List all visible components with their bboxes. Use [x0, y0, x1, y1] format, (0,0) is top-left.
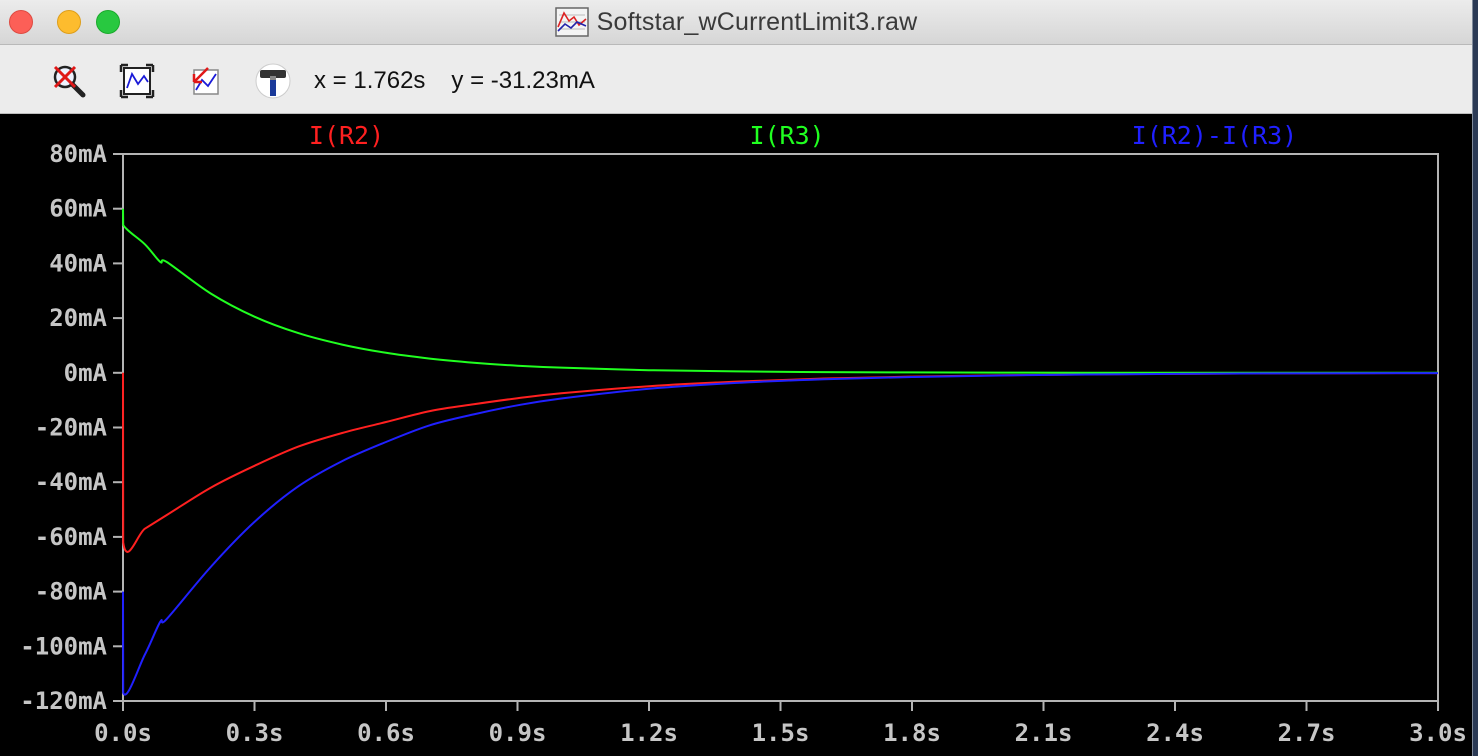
y-tick-label: 80mA: [49, 140, 107, 168]
zoom-full-extents-button[interactable]: [118, 62, 156, 100]
trace-i-r2[interactable]: [122, 372, 1439, 553]
legend-entry-i-r2-i-r3[interactable]: I(R2)-I(R3): [1132, 121, 1298, 150]
y-axis: 80mA 60mA 40mA 20mA 0mA -20mA -40mA -60mA -80mA -…: [20, 140, 123, 715]
zoom-back-icon: [192, 67, 219, 95]
x-tick-label: 2.7s: [1278, 719, 1336, 747]
y-tick-label: -120mA: [20, 687, 107, 715]
legend-entry-i-r3[interactable]: I(R3): [749, 121, 824, 150]
y-tick-label: 40mA: [49, 249, 107, 277]
y-tick-label: -60mA: [35, 523, 108, 551]
x-axis: 0.0s 0.3s 0.6s 0.9s 1.2s 1.5s 1.8s 2.1s 2.4s 2.7s…: [94, 701, 1467, 747]
y-tick-label: 20mA: [49, 304, 107, 332]
trace-i-r3[interactable]: [122, 208, 1438, 374]
y-tick-label: -80mA: [35, 578, 108, 606]
x-tick-label: 0.0s: [94, 719, 152, 747]
x-tick-label: 3.0s: [1409, 719, 1467, 747]
toolbar: x = 1.762s y = -31.23mA: [0, 45, 1472, 114]
x-tick-label: 0.3s: [226, 719, 284, 747]
waveform-viewer-window: Softstar_wCurrentLimit3.raw x = 1.762s y…: [0, 0, 1473, 756]
fit-extents-icon: [119, 63, 155, 99]
x-tick-label: 2.4s: [1146, 719, 1204, 747]
x-tick-label: 1.2s: [620, 719, 678, 747]
zoom-cancel-button[interactable]: [50, 62, 88, 100]
hammer-icon: [255, 63, 291, 99]
waveform-plot-pane[interactable]: I(R2) I(R3) I(R2)-I(R3) 80mA 60mA 40mA 20mA 0m…: [0, 114, 1472, 756]
legend: I(R2) I(R3) I(R2)-I(R3): [309, 121, 1297, 150]
cursor-x-readout: x = 1.762s: [314, 67, 426, 94]
legend-entry-i-r2[interactable]: I(R2): [309, 121, 384, 150]
window-title: Softstar_wCurrentLimit3.raw: [0, 6, 1472, 38]
cursor-y-readout: y = -31.23mA: [451, 67, 595, 94]
x-tick-label: 1.8s: [883, 719, 941, 747]
window-title-text: Softstar_wCurrentLimit3.raw: [596, 7, 918, 36]
x-tick-label: 1.5s: [752, 719, 810, 747]
y-tick-label: 0mA: [64, 359, 108, 387]
magnifier-cross-icon: [53, 65, 86, 98]
plot-frame: [122, 153, 1439, 702]
x-tick-label: 2.1s: [1015, 719, 1073, 747]
autorange-button[interactable]: [254, 62, 292, 100]
y-tick-label: -100mA: [20, 632, 107, 660]
traces: [122, 208, 1439, 696]
zoom-back-button[interactable]: [186, 62, 224, 100]
x-tick-label: 0.6s: [357, 719, 415, 747]
trace-i-r2-i-r3[interactable]: [122, 372, 1439, 696]
y-tick-label: -20mA: [35, 414, 108, 442]
waveform-chart[interactable]: I(R2) I(R3) I(R2)-I(R3) 80mA 60mA 40mA 20mA 0m…: [0, 114, 1472, 756]
cursor-readout: x = 1.762s y = -31.23mA: [314, 67, 621, 95]
y-tick-label: -40mA: [35, 468, 108, 496]
x-tick-label: 0.9s: [489, 719, 547, 747]
y-tick-label: 60mA: [49, 195, 107, 223]
waveform-file-icon: [554, 7, 589, 37]
title-bar: Softstar_wCurrentLimit3.raw: [0, 0, 1472, 45]
